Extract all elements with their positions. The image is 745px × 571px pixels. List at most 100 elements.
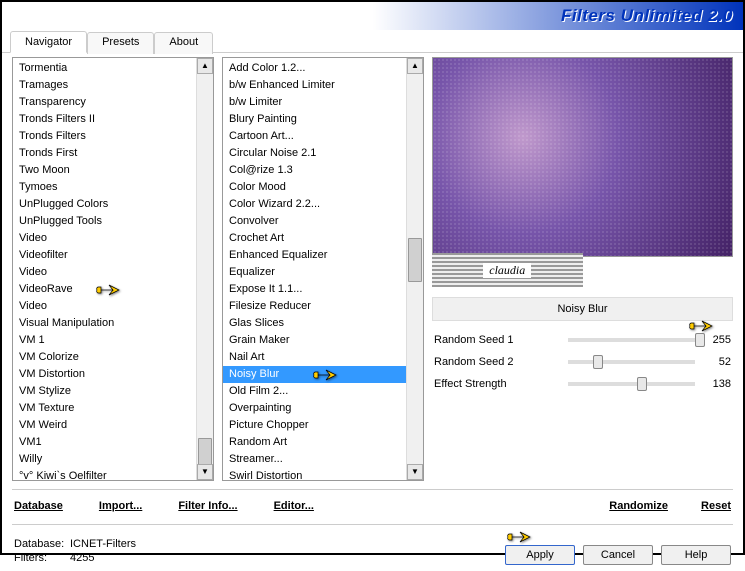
list-item[interactable]: UnPlugged Colors [13,196,196,213]
logo-text: claudia [483,263,531,278]
link-editor[interactable]: Editor... [274,500,314,512]
list-item[interactable]: Crochet Art [223,230,406,247]
list-item[interactable]: VM Texture [13,400,196,417]
list-item[interactable]: Video [13,264,196,281]
control-row: Effect Strength 138 [432,375,733,393]
list-item[interactable]: Convolver [223,213,406,230]
slider-thumb[interactable] [695,333,705,347]
scroll-down-icon[interactable]: ▼ [197,464,213,480]
link-database[interactable]: Database [14,500,63,512]
scroll-up-icon[interactable]: ▲ [407,58,423,74]
list-item[interactable]: Video [13,298,196,315]
tabstrip: Navigator Presets About [2,30,743,53]
controls-panel: Random Seed 1 255 Random Seed 2 52 Effect St… [432,325,733,481]
control-value: 255 [701,334,733,346]
filters-value: 4255 [70,552,94,564]
app-window: Filters Unlimited 2.0 Navigator Presets … [0,0,745,555]
scroll-up-icon[interactable]: ▲ [197,58,213,74]
preview-column: claudia Noisy Blur Random Seed 1255Rando… [432,57,733,481]
list-item[interactable]: Tymoes [13,179,196,196]
list-item[interactable]: Transparency [13,94,196,111]
category-list[interactable]: TormentiaTramagesTransparencyTronds Filt… [12,57,214,481]
list-item[interactable]: Willy [13,451,196,468]
logo-strip: claudia [432,253,583,287]
slider[interactable] [568,338,695,342]
tab-navigator[interactable]: Navigator [10,31,87,53]
linkbar: Database Import... Filter Info... Editor… [2,496,743,518]
apply-button[interactable]: Apply [505,545,575,565]
list-item[interactable]: Old Film 2... [223,383,406,400]
slider-thumb[interactable] [593,355,603,369]
control-value: 52 [701,356,733,368]
category-column: TormentiaTramagesTransparencyTronds Filt… [12,57,214,481]
separator [12,489,733,490]
list-item[interactable]: Random Art [223,434,406,451]
control-label: Random Seed 2 [432,356,562,368]
list-item[interactable]: b/w Limiter [223,94,406,111]
list-item[interactable]: Tramages [13,77,196,94]
list-item[interactable]: Videofilter [13,247,196,264]
list-item[interactable]: Two Moon [13,162,196,179]
list-item[interactable]: Tormentia [13,60,196,77]
db-info: Database:ICNET-Filters Filters:4255 [14,537,136,565]
list-item[interactable]: Filesize Reducer [223,298,406,315]
scrollbar[interactable]: ▲ ▼ [406,58,423,480]
preview-image [432,57,733,257]
list-item[interactable]: Nail Art [223,349,406,366]
control-label: Random Seed 1 [432,334,562,346]
control-label: Effect Strength [432,378,562,390]
list-item[interactable]: Noisy Blur [223,366,406,383]
link-import[interactable]: Import... [99,500,142,512]
help-button[interactable]: Help [661,545,731,565]
filter-column: Add Color 1.2...b/w Enhanced Limiterb/w … [222,57,424,481]
list-item[interactable]: VM Stylize [13,383,196,400]
list-item[interactable]: Visual Manipulation [13,315,196,332]
list-item[interactable]: Picture Chopper [223,417,406,434]
control-value: 138 [701,378,733,390]
link-filter-info[interactable]: Filter Info... [178,500,237,512]
list-item[interactable]: Cartoon Art... [223,128,406,145]
slider[interactable] [568,382,695,386]
list-item[interactable]: VM 1 [13,332,196,349]
list-item[interactable]: VM1 [13,434,196,451]
list-item[interactable]: Color Wizard 2.2... [223,196,406,213]
cancel-button[interactable]: Cancel [583,545,653,565]
list-item[interactable]: Grain Maker [223,332,406,349]
list-item[interactable]: Expose It 1.1... [223,281,406,298]
list-item[interactable]: Tronds Filters [13,128,196,145]
list-item[interactable]: b/w Enhanced Limiter [223,77,406,94]
footer: Database:ICNET-Filters Filters:4255 Appl… [2,531,743,571]
list-item[interactable]: UnPlugged Tools [13,213,196,230]
list-item[interactable]: VM Weird [13,417,196,434]
list-item[interactable]: Swirl Distortion [223,468,406,480]
tab-about[interactable]: About [154,32,213,54]
list-item[interactable]: Tronds Filters II [13,111,196,128]
scroll-down-icon[interactable]: ▼ [407,464,423,480]
titlebar: Filters Unlimited 2.0 [2,2,743,30]
filter-list[interactable]: Add Color 1.2...b/w Enhanced Limiterb/w … [222,57,424,481]
list-item[interactable]: Circular Noise 2.1 [223,145,406,162]
list-item[interactable]: Glas Slices [223,315,406,332]
list-item[interactable]: VideoRave [13,281,196,298]
list-item[interactable]: Color Mood [223,179,406,196]
slider[interactable] [568,360,695,364]
list-item[interactable]: Add Color 1.2... [223,60,406,77]
list-item[interactable]: Streamer... [223,451,406,468]
control-row: Random Seed 1 255 [432,331,733,349]
list-item[interactable]: Col@rize 1.3 [223,162,406,179]
list-item[interactable]: °v° Kiwi`s Oelfilter [13,468,196,480]
list-item[interactable]: Enhanced Equalizer [223,247,406,264]
scroll-thumb[interactable] [408,238,422,282]
list-item[interactable]: VM Distortion [13,366,196,383]
list-item[interactable]: Tronds First [13,145,196,162]
list-item[interactable]: Equalizer [223,264,406,281]
list-item[interactable]: Overpainting [223,400,406,417]
link-randomize[interactable]: Randomize [609,500,668,512]
slider-thumb[interactable] [637,377,647,391]
link-reset[interactable]: Reset [701,500,731,512]
scrollbar[interactable]: ▲ ▼ [196,58,213,480]
list-item[interactable]: Video [13,230,196,247]
list-item[interactable]: Blury Painting [223,111,406,128]
tab-presets[interactable]: Presets [87,32,154,54]
list-item[interactable]: VM Colorize [13,349,196,366]
